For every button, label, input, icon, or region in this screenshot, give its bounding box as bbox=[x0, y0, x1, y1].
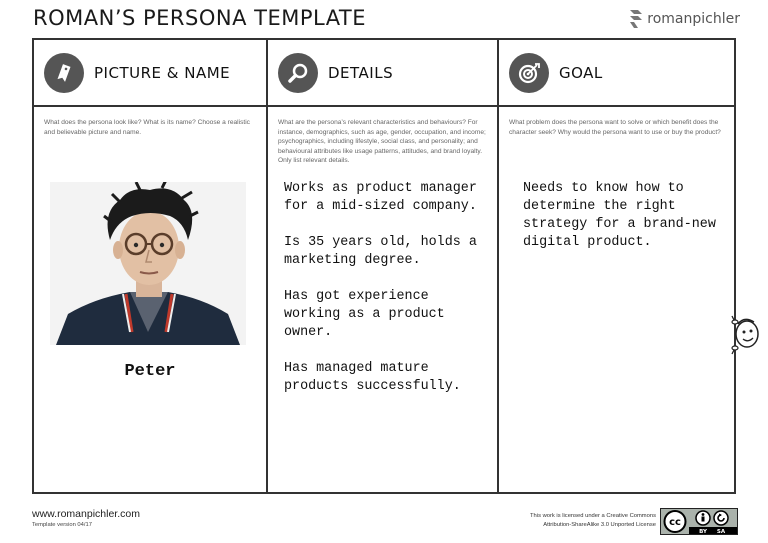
picture-name-hint: What does the persona look like? What is… bbox=[44, 119, 250, 136]
cc-by-label: BY bbox=[699, 529, 708, 534]
picture-name-label: PICTURE & NAME bbox=[94, 63, 231, 82]
cc-sa-label: SA bbox=[717, 529, 726, 534]
cc-badge-label: cc bbox=[669, 517, 681, 528]
goal-hint: What problem does the persona want to so… bbox=[509, 119, 721, 136]
details-note: Has managed mature products successfully… bbox=[284, 361, 461, 394]
details-hint: What are the persona’s relevant characte… bbox=[278, 119, 486, 164]
goal-column: GOAL What problem does the persona want … bbox=[497, 40, 734, 492]
goal-label: GOAL bbox=[559, 63, 603, 82]
brand-name: romanpichler bbox=[647, 11, 740, 27]
romanpichler-logo-icon bbox=[630, 10, 643, 28]
details-label: DETAILS bbox=[328, 63, 394, 82]
magnifier-icon bbox=[278, 52, 318, 93]
persona-grid: PICTURE & NAME What does the persona loo… bbox=[32, 38, 736, 494]
goal-header: GOAL bbox=[499, 40, 734, 107]
brand-logo[interactable]: romanpichler bbox=[629, 9, 740, 29]
license-line: This work is licensed under a Creative C… bbox=[530, 513, 656, 519]
picture-name-header: PICTURE & NAME bbox=[34, 40, 266, 107]
picture-name-column: PICTURE & NAME What does the persona loo… bbox=[34, 40, 266, 492]
details-column: DETAILS What are the persona’s relevant … bbox=[266, 40, 497, 492]
details-notes: Works as product manager for a mid-sized… bbox=[284, 180, 491, 414]
details-note: Works as product manager for a mid-sized… bbox=[284, 181, 477, 214]
footer-url-link[interactable]: www.romanpichler.com bbox=[32, 508, 140, 520]
template-version: Template version 04/17 bbox=[32, 522, 92, 528]
target-icon bbox=[509, 52, 549, 93]
license-text: This work is licensed under a Creative C… bbox=[530, 512, 656, 530]
license-line: Attribution-ShareAlike 3.0 Unported Lice… bbox=[543, 522, 656, 528]
cc-license-badge[interactable]: cc BY SA bbox=[660, 508, 738, 535]
details-note: Has got experience working as a product … bbox=[284, 289, 445, 340]
persona-name: Peter bbox=[124, 362, 176, 381]
details-header: DETAILS bbox=[268, 40, 497, 107]
page-title: ROMAN’S PERSONA TEMPLATE bbox=[33, 6, 367, 30]
persona-photo bbox=[50, 182, 246, 345]
goal-notes: Needs to know how to determine the right… bbox=[523, 180, 728, 270]
details-note: Is 35 years old, holds a marketing degre… bbox=[284, 235, 477, 268]
goal-note: Needs to know how to determine the right… bbox=[523, 181, 716, 250]
tag-icon bbox=[44, 52, 84, 93]
cartoon-mascot-icon bbox=[731, 315, 759, 355]
